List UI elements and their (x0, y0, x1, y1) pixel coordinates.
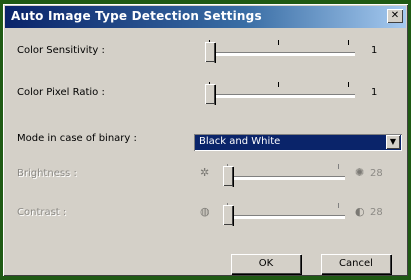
contrast-high-icon: ◐ (355, 205, 365, 218)
dialog-title: Auto Image Type Detection Settings (11, 9, 262, 23)
title-bar: Auto Image Type Detection Settings ✕ (5, 6, 406, 28)
slider-tick (338, 164, 339, 169)
color-sensitivity-label: Color Sensitivity : (17, 45, 105, 56)
close-icon: ✕ (390, 10, 400, 21)
slider-tick (348, 82, 349, 87)
dropdown-button[interactable]: ▼ (386, 135, 400, 149)
slider-track (223, 215, 345, 219)
brightness-label: Brightness : (17, 168, 77, 179)
slider-tick (338, 203, 339, 208)
color-pixel-ratio-value: 1 (371, 87, 378, 98)
binary-mode-label: Mode in case of binary : (17, 133, 137, 144)
detection-settings-dialog: Auto Image Type Detection Settings ✕ Col… (3, 4, 408, 276)
slider-thumb[interactable] (223, 166, 233, 192)
slider-tick (278, 82, 279, 87)
color-sensitivity-value: 1 (371, 45, 378, 56)
contrast-value: 28 (370, 207, 383, 218)
slider-track (205, 52, 355, 56)
slider-track (223, 176, 345, 180)
slider-tick (348, 40, 349, 45)
ok-button[interactable]: OK (231, 254, 301, 274)
binary-mode-selected: Black and White (199, 136, 281, 147)
color-pixel-ratio-slider[interactable] (205, 80, 355, 114)
contrast-slider[interactable] (223, 201, 345, 235)
contrast-low-icon: ◍ (200, 205, 210, 218)
slider-track (205, 94, 355, 98)
color-pixel-ratio-label: Color Pixel Ratio : (17, 87, 105, 98)
sun-small-icon: ✲ (200, 166, 210, 179)
cancel-button[interactable]: Cancel (321, 254, 391, 274)
chevron-down-icon: ▼ (389, 137, 397, 146)
close-button[interactable]: ✕ (387, 9, 403, 23)
color-sensitivity-slider[interactable] (205, 38, 355, 72)
sun-large-icon: ✺ (355, 166, 365, 179)
binary-mode-select[interactable]: Black and White ▼ (194, 134, 402, 151)
slider-thumb[interactable] (223, 205, 233, 231)
brightness-slider[interactable] (223, 162, 345, 196)
slider-thumb[interactable] (205, 42, 215, 68)
brightness-value: 28 (370, 168, 383, 179)
slider-thumb[interactable] (205, 84, 215, 110)
slider-tick (278, 40, 279, 45)
contrast-label: Contrast : (17, 207, 67, 218)
